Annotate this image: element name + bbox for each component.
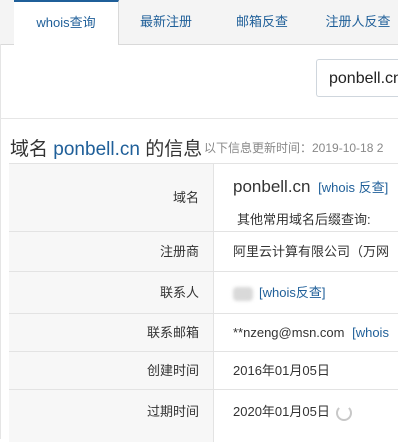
update-time: 以下信息更新时间：2019-10-18 2 bbox=[204, 141, 384, 155]
whois-reverse-link[interactable]: [whois 反查] bbox=[318, 180, 388, 195]
table-row: 联系人 [whois反查] bbox=[9, 271, 398, 314]
title-suffix: 的信息 bbox=[145, 139, 203, 160]
email-text: **nzeng@msn.com bbox=[233, 325, 345, 340]
row-label: 域名 bbox=[9, 164, 214, 232]
expiry-date-text: 2020年01月05日 bbox=[233, 404, 330, 419]
row-label: 注册商 bbox=[9, 232, 214, 272]
row-label: 创建时间 bbox=[9, 352, 214, 390]
row-label: 联系人 bbox=[9, 272, 214, 314]
table-row: 过期时间 2020年01月05日 bbox=[9, 389, 398, 442]
tab-bar: whois查询 最新注册 邮箱反查 注册人反查 bbox=[0, 0, 398, 45]
tab-latest-registrations[interactable]: 最新注册 bbox=[126, 0, 206, 44]
contact-value: [whois反查] bbox=[215, 272, 398, 314]
created-date-value: 2016年01月05日 bbox=[233, 363, 330, 378]
row-label: 联系邮箱 bbox=[9, 314, 214, 352]
table-row: 创建时间 2016年01月05日 bbox=[9, 351, 398, 390]
tab-registrant-reverse[interactable]: 注册人反查 bbox=[318, 0, 398, 44]
domain-search-input[interactable]: ponbell.cn bbox=[316, 59, 398, 97]
other-suffix-label: 其他常用域名后缀查询: bbox=[237, 212, 371, 227]
divider bbox=[0, 44, 1, 439]
whois-reverse-link[interactable]: [whois反查] bbox=[259, 285, 325, 300]
redacted-name bbox=[233, 286, 253, 301]
title-prefix: 域名 bbox=[10, 139, 49, 160]
domain-value: ponbell.cn bbox=[233, 177, 311, 196]
tab-whois-query[interactable]: whois查询 bbox=[14, 0, 119, 45]
registrar-value: 阿里云计算有限公司（万网 bbox=[233, 244, 390, 259]
email-value: **nzeng@msn.com [whois bbox=[215, 314, 398, 352]
table-row: 域名 ponbell.cn [whois 反查] 其他常用域名后缀查询: bbox=[9, 163, 398, 232]
page-title: 域名 ponbell.cn 的信息 bbox=[10, 134, 202, 161]
expiry-date-value: 2020年01月05日 bbox=[215, 390, 398, 442]
row-value: ponbell.cn [whois 反查] 其他常用域名后缀查询: bbox=[215, 164, 398, 232]
whois-reverse-link[interactable]: [whois bbox=[352, 325, 389, 340]
loading-spinner-icon bbox=[335, 404, 352, 421]
divider bbox=[0, 118, 398, 119]
tab-email-reverse[interactable]: 邮箱反查 bbox=[222, 0, 302, 44]
table-row: 注册商 阿里云计算有限公司（万网 bbox=[9, 231, 398, 272]
title-domain: ponbell.cn bbox=[53, 139, 140, 160]
row-label: 过期时间 bbox=[9, 390, 214, 442]
table-row: 联系邮箱 **nzeng@msn.com [whois bbox=[9, 313, 398, 352]
